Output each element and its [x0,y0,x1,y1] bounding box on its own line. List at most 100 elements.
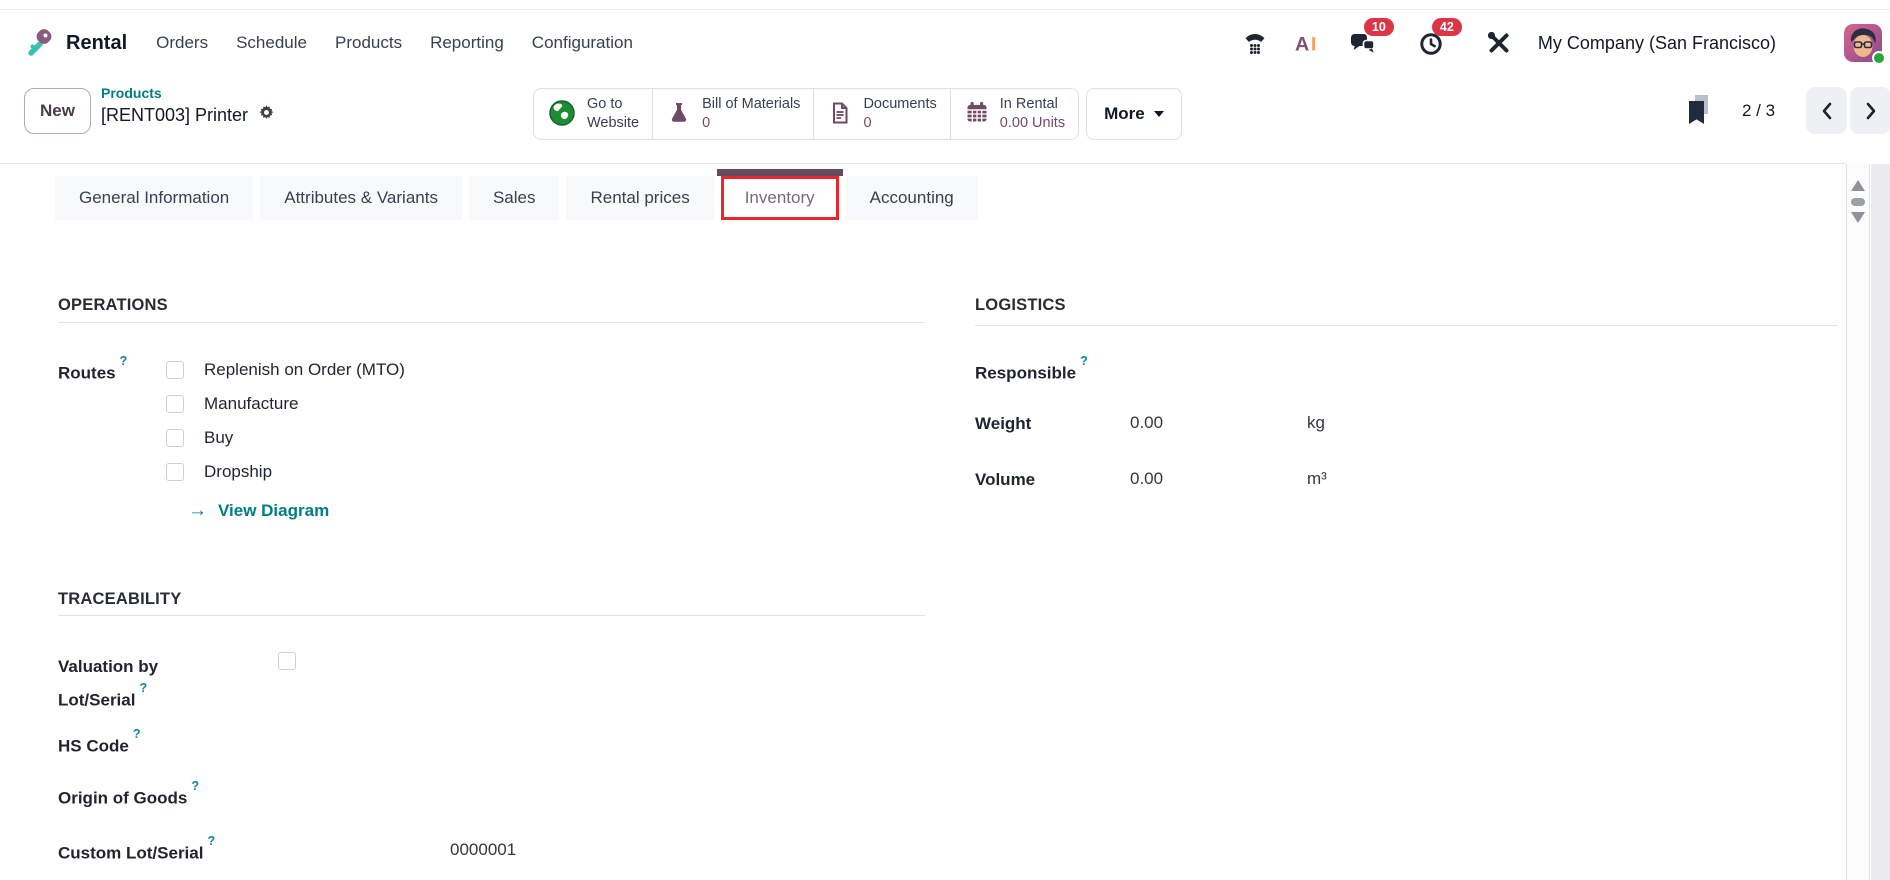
activities-clock-icon[interactable]: 42 [1416,18,1462,58]
menu-orders[interactable]: Orders [156,33,208,53]
route-option-manufacture[interactable]: Manufacture [204,394,299,414]
record-pager [1806,87,1890,134]
smart-button-label: Bill of Materials [702,96,801,113]
volume-value-input[interactable]: 0.00 [1130,469,1163,489]
volume-unit: m³ [1307,469,1327,488]
smart-buttons: Go to Website Bill of Materials 0 Docume… [533,88,1182,140]
traceability-section-title: TRACEABILITY [58,590,182,608]
volume-field-label: Volume [975,470,1036,489]
traceability-divider [58,615,925,616]
user-menu[interactable] [1844,24,1886,65]
help-icon[interactable]: ? [1080,354,1088,368]
smart-button-label-line2: Website [587,115,640,131]
scrollbar-thumb[interactable] [1851,198,1865,206]
messages-count-badge[interactable]: 10 [1363,18,1394,36]
top-navbar: Rental Orders Schedule Products Reportin… [0,10,1890,76]
route-checkbox-buy[interactable] [166,429,184,447]
smart-button-value: 0.00 Units [999,115,1066,131]
calendar-icon [964,100,990,129]
weight-field-label: Weight [975,414,1032,433]
help-icon[interactable]: ? [191,779,199,793]
more-label: More [1104,104,1145,123]
responsible-field-label: Responsible? [975,354,1088,383]
help-icon[interactable]: ? [120,354,128,368]
document-icon [827,100,853,129]
valuation-checkbox[interactable] [278,652,296,670]
gear-actions-icon[interactable] [257,103,276,127]
valuation-field-label: Valuation by Lot/Serial? [58,657,159,710]
breadcrumb-current-record: [RENT003] Printer [101,104,249,125]
odoo-rental-product-page: Rental Orders Schedule Products Reportin… [0,0,1890,880]
previous-record-button[interactable] [1806,87,1847,134]
globe-icon [547,98,577,131]
flask-icon [666,100,692,129]
chevron-left-icon [1822,102,1831,119]
main-menu: Orders Schedule Products Reporting Confi… [156,33,633,53]
tab-general-information[interactable]: General Information [55,176,254,220]
company-switcher[interactable]: My Company (San Francisco) [1538,33,1776,54]
smart-button-value: 0 [702,115,711,131]
breadcrumb: Products [RENT003] Printer [101,85,276,127]
routes-field-label: Routes? [58,354,128,383]
route-checkbox-manufacture[interactable] [166,395,184,413]
breadcrumb-products-link[interactable]: Products [101,85,276,101]
weight-unit: kg [1307,413,1325,432]
smart-button-label-line1: Go to [587,96,623,113]
view-diagram-link[interactable]: → View Diagram [188,500,329,522]
menu-reporting[interactable]: Reporting [430,33,504,53]
menu-configuration[interactable]: Configuration [532,33,633,53]
navbar-systray: A I 10 42 My Company (San Francisco) [1240,10,1886,76]
logistics-divider [975,325,1838,326]
app-name[interactable]: Rental [66,32,127,55]
route-option-mto[interactable]: Replenish on Order (MTO) [204,360,405,380]
route-option-buy[interactable]: Buy [204,428,233,448]
menu-schedule[interactable]: Schedule [236,33,307,53]
scroll-up-arrow-icon[interactable] [1851,180,1865,191]
smart-button-label: In Rental [999,96,1058,113]
bill-of-materials-button[interactable]: Bill of Materials 0 [653,88,815,140]
control-panel: New Products [RENT003] Printer Go to Web… [0,76,1890,164]
weight-value-input[interactable]: 0.00 [1130,413,1163,433]
ai-icon[interactable]: A I [1294,28,1324,58]
in-rental-button[interactable]: In Rental 0.00 Units [950,88,1080,140]
help-icon[interactable]: ? [133,727,141,741]
route-checkbox-mto[interactable] [166,361,184,379]
custom-lot-serial-value-input[interactable]: 0000001 [450,840,516,860]
route-option-dropship[interactable]: Dropship [204,462,272,482]
softphone-icon[interactable] [1240,28,1270,58]
more-button[interactable]: More [1086,88,1182,140]
debug-tools-icon[interactable] [1484,28,1514,58]
help-icon[interactable]: ? [139,681,147,695]
route-checkbox-dropship[interactable] [166,463,184,481]
svg-text:A: A [1295,34,1309,56]
vertical-scrollbar[interactable] [1846,164,1870,880]
scroll-down-arrow-icon[interactable] [1851,212,1865,223]
tab-rental-prices[interactable]: Rental prices [566,176,714,220]
next-record-button[interactable] [1850,87,1890,134]
smart-button-label: Documents [863,96,937,113]
help-icon[interactable]: ? [207,834,215,848]
custom-lot-serial-field-label: Custom Lot/Serial? [58,834,216,863]
tab-accounting[interactable]: Accounting [845,176,978,220]
chevron-right-icon [1866,102,1875,119]
origin-of-goods-field-label: Origin of Goods? [58,779,200,808]
rental-app-key-icon[interactable] [26,28,56,58]
tab-sales[interactable]: Sales [468,176,560,220]
window-edge-strip [1871,164,1890,880]
tab-inventory-active[interactable]: Inventory [716,169,843,220]
online-status-dot [1872,51,1886,65]
hs-code-field-label: HS Code? [58,727,141,756]
go-to-website-button[interactable]: Go to Website [533,88,654,140]
bookmark-icon[interactable] [1686,94,1712,130]
tab-attributes-variants[interactable]: Attributes & Variants [260,176,462,220]
new-button[interactable]: New [24,88,91,134]
messages-icon[interactable]: 10 [1348,18,1394,58]
activities-count-badge[interactable]: 42 [1431,18,1462,36]
arrow-right-icon: → [188,500,207,521]
menu-products[interactable]: Products [335,33,402,53]
pager-counter: 2 / 3 [1742,101,1776,120]
svg-text:I: I [1311,34,1316,56]
operations-section-title: OPERATIONS [58,296,168,314]
logistics-section-title: LOGISTICS [975,296,1066,314]
documents-button[interactable]: Documents 0 [814,88,951,140]
